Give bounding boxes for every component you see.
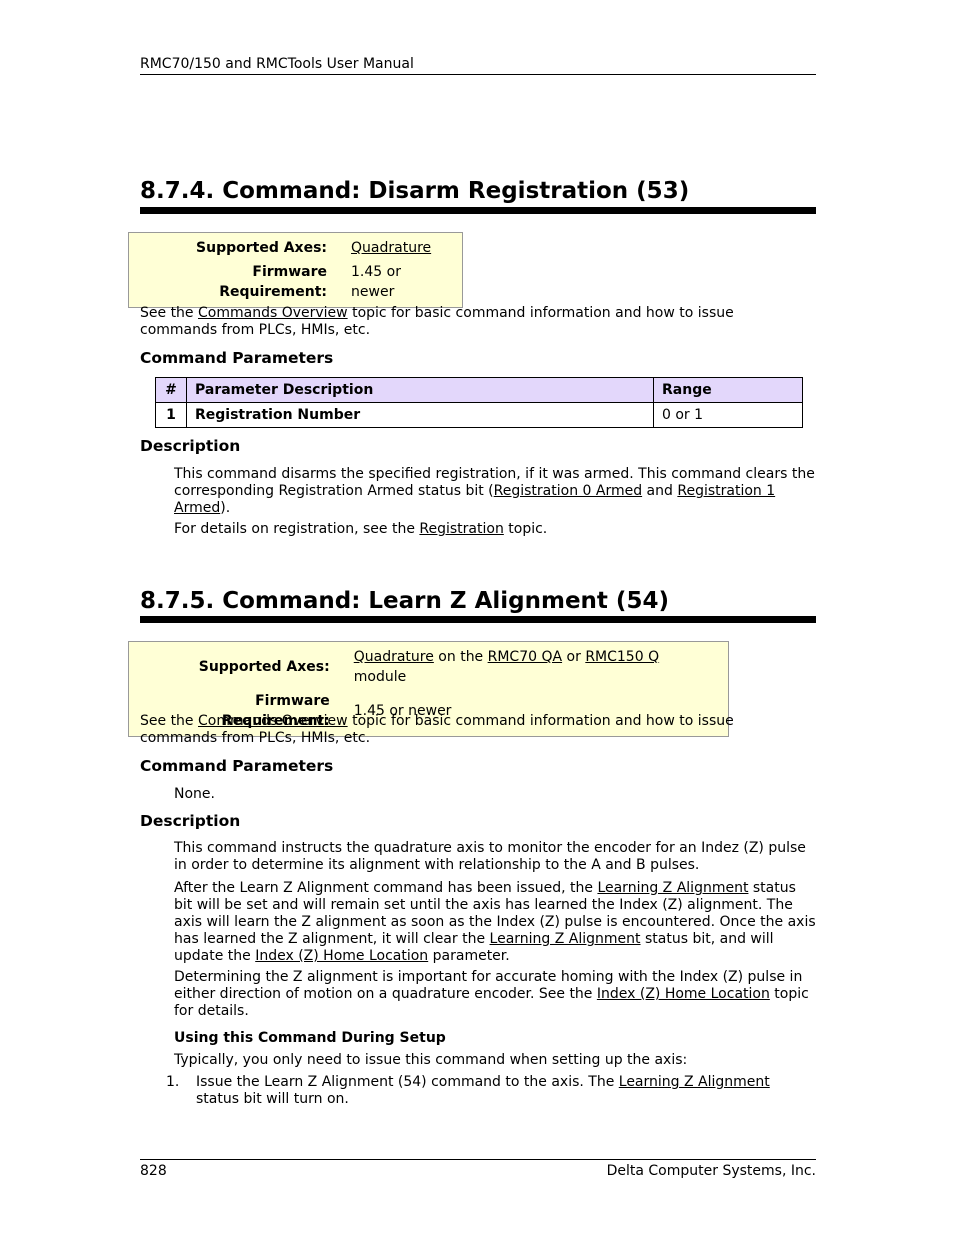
info-table: Supported Axes: Quadrature Firmware Requ… xyxy=(139,236,452,304)
company-name: Delta Computer Systems, Inc. xyxy=(606,1163,816,1179)
supported-axes-label: Supported Axes: xyxy=(196,240,328,256)
parameters-header-row: # Parameter Description Range xyxy=(155,377,803,403)
section-title-disarm-registration: 8.7.4. Command: Disarm Registration (53) xyxy=(140,178,690,204)
step-text: status bit will turn on. xyxy=(196,1091,349,1107)
info-row-supported-axes: Supported Axes: Quadrature on the RMC70 … xyxy=(139,645,718,689)
commands-overview-link[interactable]: Commands Overview xyxy=(198,305,348,321)
page-number: 828 xyxy=(140,1163,167,1179)
quadrature-link[interactable]: Quadrature xyxy=(351,240,431,256)
list-marker: 1. xyxy=(166,1074,180,1090)
desc-text: After the Learn Z Alignment command has … xyxy=(174,880,598,896)
info-row-firmware: Firmware Requirement: 1.45 or newer xyxy=(139,260,452,304)
param-number: 1 xyxy=(155,402,187,428)
description-paragraph: This command instructs the quadrature ax… xyxy=(174,840,806,873)
intro-text: See the xyxy=(140,305,198,321)
intro-paragraph: See the Commands Overview topic for basi… xyxy=(140,305,780,339)
command-parameters-heading: Command Parameters xyxy=(140,757,334,775)
step-text: Issue the Learn Z Alignment (54) command… xyxy=(196,1074,619,1090)
info-row-supported-axes: Supported Axes: Quadrature xyxy=(139,236,452,260)
desc-text: and xyxy=(642,483,678,499)
list-item: 1. Issue the Learn Z Alignment (54) comm… xyxy=(166,1074,816,1114)
description-paragraph: Determining the Z alignment is important… xyxy=(174,969,816,1020)
description-paragraph: After the Learn Z Alignment command has … xyxy=(174,880,816,965)
commands-overview-link[interactable]: Commands Overview xyxy=(198,713,348,729)
quadrature-link[interactable]: Quadrature xyxy=(354,649,434,665)
rmc150-q-link[interactable]: RMC150 Q xyxy=(585,649,659,665)
list-item-body: Issue the Learn Z Alignment (54) command… xyxy=(196,1074,816,1108)
setup-intro: Typically, you only need to issue this c… xyxy=(174,1052,688,1068)
param-description: Registration Number xyxy=(186,402,654,428)
supported-axes-value: Quadrature on the RMC70 QA or RMC150 Q m… xyxy=(350,645,718,689)
column-header-range: Range xyxy=(653,377,803,403)
axes-text: or xyxy=(562,649,586,665)
manual-title: RMC70/150 and RMCTools User Manual xyxy=(140,56,414,72)
registration-link[interactable]: Registration xyxy=(419,521,503,537)
learning-z-alignment-link[interactable]: Learning Z Alignment xyxy=(490,931,641,947)
learning-z-alignment-link[interactable]: Learning Z Alignment xyxy=(619,1074,770,1090)
column-header-number: # xyxy=(155,377,187,403)
description-paragraph: This command disarms the specified regis… xyxy=(174,466,816,517)
index-z-home-location-link[interactable]: Index (Z) Home Location xyxy=(597,986,770,1002)
intro-paragraph: See the Commands Overview topic for basi… xyxy=(140,713,780,747)
registration-0-armed-link[interactable]: Registration 0 Armed xyxy=(494,483,642,499)
desc-text: For details on registration, see the xyxy=(174,521,420,537)
intro-text: See the xyxy=(140,713,198,729)
description-paragraph: For details on registration, see the Reg… xyxy=(174,521,816,538)
table-row: 1 Registration Number 0 or 1 xyxy=(155,402,803,428)
desc-text: topic. xyxy=(503,521,548,537)
title-rule xyxy=(140,207,816,214)
column-header-description: Parameter Description xyxy=(186,377,654,403)
desc-text: parameter. xyxy=(428,948,510,964)
running-header: RMC70/150 and RMCTools User Manual xyxy=(140,56,816,75)
firmware-label: Firmware Requirement: xyxy=(219,264,328,300)
description-heading: Description xyxy=(140,437,241,455)
learning-z-alignment-link[interactable]: Learning Z Alignment xyxy=(597,880,748,896)
command-parameters-heading: Command Parameters xyxy=(140,349,334,367)
running-footer: 828 Delta Computer Systems, Inc. xyxy=(140,1159,816,1179)
firmware-value: 1.45 or newer xyxy=(351,264,401,300)
supported-axes-label: Supported Axes: xyxy=(198,659,330,675)
param-range: 0 or 1 xyxy=(653,402,803,428)
setup-heading: Using this Command During Setup xyxy=(174,1030,446,1046)
section-title-learn-z-alignment: 8.7.5. Command: Learn Z Alignment (54) xyxy=(140,588,669,614)
axes-text: on the xyxy=(433,649,488,665)
description-heading: Description xyxy=(140,812,241,830)
index-z-home-location-link[interactable]: Index (Z) Home Location xyxy=(255,948,428,964)
desc-text: ). xyxy=(220,500,231,516)
title-rule xyxy=(140,616,816,623)
info-box-disarm-registration: Supported Axes: Quadrature Firmware Requ… xyxy=(128,232,463,308)
axes-text: module xyxy=(353,669,407,685)
parameters-none: None. xyxy=(174,786,215,802)
rmc70-qa-link[interactable]: RMC70 QA xyxy=(488,649,562,665)
parameters-table: # Parameter Description Range 1 Registra… xyxy=(155,377,803,428)
